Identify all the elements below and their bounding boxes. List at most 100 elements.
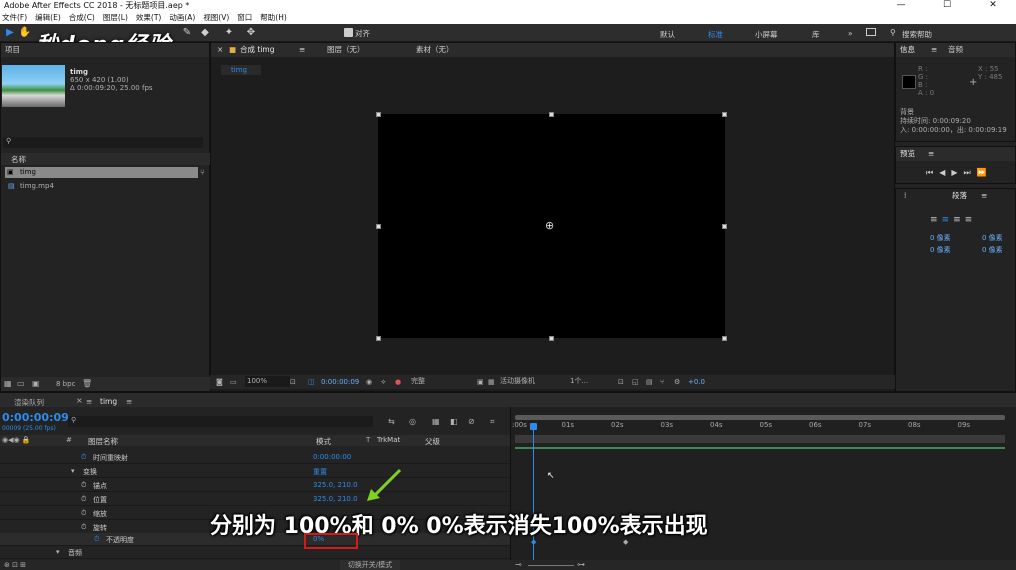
close-tab-icon[interactable]: × [76, 396, 83, 405]
menu-file[interactable]: 文件(F) [2, 11, 27, 24]
camera-dropdown[interactable]: 活动摄像机 [500, 376, 565, 387]
work-area-bar[interactable] [515, 415, 1005, 420]
eraser-tool-icon[interactable]: ◆ [198, 26, 212, 40]
anchor-point-icon[interactable]: ⊕ [545, 219, 554, 232]
layer-property-row[interactable]: ▾ 音频 [0, 546, 510, 559]
trash-icon[interactable]: 🗑 [82, 379, 92, 388]
layer-property-row[interactable]: ⏱ 时间重映射 0:00:00:00 [0, 451, 510, 464]
interpret-footage-icon[interactable]: ▦ [4, 379, 12, 388]
layer-property-row[interactable]: ⏱ 锚点 325.0, 210.0 [0, 479, 510, 492]
workspace-default[interactable]: 默认 [660, 29, 675, 40]
timeline-icon[interactable]: ▤ [646, 375, 653, 389]
align-checkbox[interactable] [344, 28, 353, 37]
space-before-value[interactable]: 0 像素 [930, 245, 951, 255]
name-column-header[interactable]: 名称 [11, 154, 26, 165]
layer-name-header[interactable]: 图层名称 [88, 436, 118, 447]
space-after-value[interactable]: 0 像素 [982, 245, 1003, 255]
mode-header[interactable]: 模式 [316, 436, 331, 447]
layer-property-row[interactable]: ⏱ 位置 325.0, 210.0 [0, 493, 510, 506]
panel-menu-icon[interactable]: ≡ [126, 397, 132, 406]
project-item-row-selected[interactable]: ▣ timg [5, 167, 198, 178]
toggle-pixel-icon[interactable]: ⊡ [618, 375, 624, 389]
menu-icon[interactable]: ≡ [86, 397, 92, 406]
monitor-icon[interactable]: ▭ [230, 375, 237, 389]
last-frame-icon[interactable]: ⏩ [977, 168, 993, 177]
layer-property-value[interactable]: 325.0, 210.0 [313, 495, 358, 503]
stopwatch-icon[interactable]: ⏱ [81, 495, 86, 504]
stopwatch-icon[interactable]: ⏱ [94, 535, 99, 544]
tab-menu-icon[interactable]: ≡ [299, 43, 305, 57]
reset-exposure-icon[interactable]: ⚙ [674, 375, 680, 389]
selection-tool-icon[interactable]: ▶ [3, 26, 17, 40]
panel-menu-icon[interactable]: ≡ [928, 147, 934, 161]
viewer-timecode[interactable]: 0:00:00:09 [321, 375, 359, 389]
trkmat-header[interactable]: TrkMat [377, 436, 400, 444]
menu-edit[interactable]: 编辑(E) [35, 11, 61, 24]
region-of-interest-icon[interactable]: ▣ [477, 375, 484, 389]
exposure-value[interactable]: +0.0 [688, 375, 705, 389]
new-composition-icon[interactable]: ▣ [32, 379, 40, 388]
menu-window[interactable]: 窗口 [237, 11, 252, 24]
menu-layer[interactable]: 图层(L) [103, 11, 128, 24]
layer-property-value[interactable]: 325.0, 210.0 [313, 481, 358, 489]
stopwatch-icon[interactable]: ▾ [56, 548, 60, 556]
close-tab-icon[interactable]: × [217, 43, 223, 57]
graph-editor-icon[interactable]: ⊘ [468, 417, 475, 426]
tab-timeline-comp[interactable]: timg [100, 397, 117, 406]
current-time[interactable]: 0:00:00:09 [2, 411, 69, 424]
zoom-slider[interactable] [528, 565, 574, 566]
project-search-input[interactable]: ⚲ [3, 137, 203, 148]
transform-handle[interactable] [376, 224, 381, 229]
frame-blending-icon[interactable]: ▦ [432, 417, 440, 426]
menu-composition[interactable]: 合成(C) [69, 11, 95, 24]
shy-icon[interactable]: ◎ [409, 417, 416, 426]
layer-duration-bar[interactable] [515, 447, 1005, 449]
stopwatch-icon[interactable]: ⏱ [81, 523, 86, 532]
menu-effect[interactable]: 效果(T) [136, 11, 161, 24]
stopwatch-icon[interactable]: ⏱ [81, 509, 86, 518]
search-help-input[interactable]: 搜索帮助 [902, 29, 932, 40]
tab-info[interactable]: 信息 [900, 45, 915, 54]
tab-composition[interactable]: 合成 timg [240, 43, 274, 57]
stopwatch-icon[interactable]: ⏱ [81, 481, 86, 490]
workspace-library[interactable]: 库 [812, 29, 820, 40]
search-panel-icon[interactable] [866, 28, 876, 36]
layer-property-value[interactable]: 重置 [313, 467, 327, 477]
play-icon[interactable]: ▶ [951, 168, 963, 177]
tab-layer[interactable]: 图层（无） [327, 43, 365, 57]
roto-tool-icon[interactable]: ✦ [222, 26, 236, 40]
minimize-icon[interactable]: — [878, 0, 924, 11]
resolution-dropdown[interactable]: 完整 [411, 376, 466, 387]
prev-frame-icon[interactable]: ◀ [939, 168, 951, 177]
stopwatch-icon[interactable]: ⏱ [81, 453, 86, 462]
align-center-icon[interactable]: ≡ [942, 215, 954, 225]
indent-right-value[interactable]: 0 像素 [982, 233, 1003, 243]
transform-handle[interactable] [722, 112, 727, 117]
tab-footage[interactable]: 素材（无） [416, 43, 454, 57]
transform-handle[interactable] [376, 336, 381, 341]
panel-menu-icon[interactable]: ≡ [931, 43, 937, 57]
layer-search-input[interactable]: ⚲ [68, 416, 373, 427]
menu-animation[interactable]: 动画(A) [169, 11, 195, 24]
puppet-tool-icon[interactable]: ✥ [244, 26, 258, 40]
preview-settings-icon[interactable]: ◙ [216, 375, 223, 389]
layer-property-value[interactable]: 0:00:00:00 [313, 453, 351, 461]
align-right-icon[interactable]: ≡ [953, 215, 965, 225]
motion-blur-icon[interactable]: ◧ [450, 417, 458, 426]
workspace-standard[interactable]: 标准 [708, 29, 723, 40]
composition-breadcrumb[interactable]: timg [221, 65, 261, 75]
transform-handle[interactable] [722, 336, 727, 341]
lock-icon[interactable]: ■ [229, 43, 236, 57]
first-frame-icon[interactable]: ⏮ [926, 168, 939, 177]
transform-handle[interactable] [376, 112, 381, 117]
hand-tool-icon[interactable]: ✋ [18, 26, 32, 40]
views-dropdown[interactable]: 1个... [570, 376, 610, 387]
new-folder-icon[interactable]: ▭ [17, 379, 25, 388]
transform-handle[interactable] [549, 112, 554, 117]
transform-handle[interactable] [722, 224, 727, 229]
region-icon[interactable]: ◫ [308, 375, 315, 389]
comp-mini-flowchart-icon[interactable]: ⇆ [388, 417, 395, 426]
stopwatch-icon[interactable]: ▾ [71, 467, 75, 475]
tab-audio[interactable]: 音频 [948, 43, 963, 57]
toggle-switches-modes[interactable]: 切换开关/模式 [340, 560, 400, 570]
